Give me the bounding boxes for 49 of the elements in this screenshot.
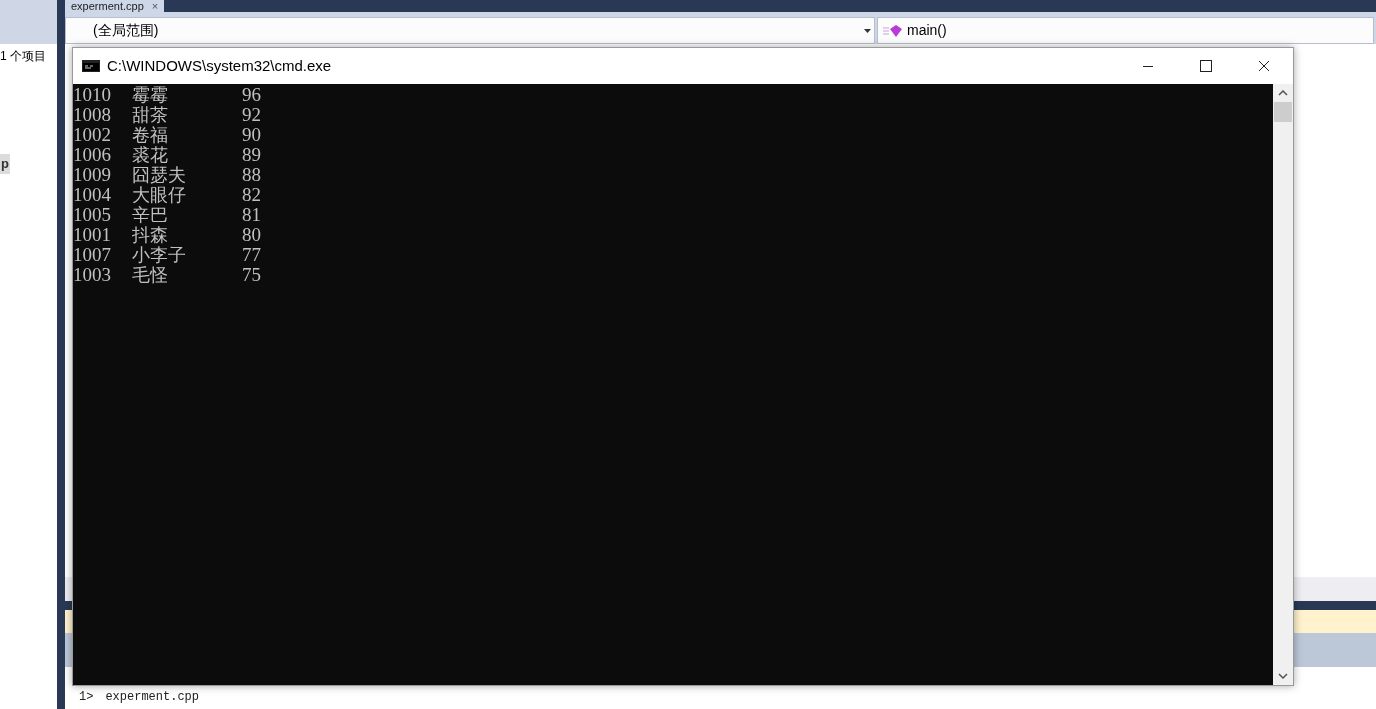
output-line-prefix: 1> (79, 689, 94, 706)
function-dropdown[interactable]: main() (877, 17, 1374, 44)
student-name: 抖森 (132, 225, 169, 245)
student-id: 1006 (73, 145, 112, 165)
close-icon (1258, 60, 1270, 72)
student-score: 77 (242, 245, 261, 265)
student-id: 1001 (73, 225, 112, 245)
student-id: 1003 (73, 265, 112, 285)
student-id: 1008 (73, 105, 112, 125)
scroll-up-icon[interactable] (1278, 90, 1288, 96)
student-id: 1005 (73, 205, 112, 225)
student-score: 81 (242, 205, 261, 225)
student-name: 霉霉 (132, 85, 169, 105)
student-id: 1002 (73, 125, 112, 145)
student-name: 毛怪 (132, 265, 169, 285)
student-name: 囧瑟夫 (132, 165, 187, 185)
student-score: 89 (242, 145, 261, 165)
dropdown-caret-icon (864, 28, 871, 33)
panel-splitter[interactable] (57, 0, 65, 709)
student-score: 96 (242, 85, 261, 105)
console-app-icon (82, 60, 100, 72)
student-name: 裘花 (132, 145, 169, 165)
panel-header (0, 0, 57, 44)
function-icon (882, 23, 904, 38)
student-name: 卷福 (132, 125, 169, 145)
student-name: 大眼仔 (132, 185, 187, 205)
student-score: 75 (242, 265, 261, 285)
scope-dropdown[interactable]: (全局范围) (65, 17, 875, 44)
editor-tab[interactable]: experment.cpp × (65, 0, 165, 12)
student-score: 80 (242, 225, 261, 245)
window-title: C:\WINDOWS\system32\cmd.exe (107, 55, 332, 76)
project-count: 1 个项目 (0, 48, 47, 65)
scrollbar[interactable] (1273, 84, 1293, 685)
student-id: 1004 (73, 185, 112, 205)
student-id: 1007 (73, 245, 112, 265)
student-score: 82 (242, 185, 261, 205)
maximize-icon (1200, 60, 1212, 72)
student-name: 辛巴 (132, 205, 169, 225)
student-score: 92 (242, 105, 261, 125)
student-name: 甜茶 (132, 105, 169, 125)
student-id: 1010 (73, 85, 112, 105)
scroll-thumb[interactable] (1274, 102, 1292, 122)
student-score: 90 (242, 125, 261, 145)
scroll-down-icon[interactable] (1278, 673, 1288, 679)
output-line: experment.cpp (105, 689, 200, 706)
student-id: 1009 (73, 165, 112, 185)
student-score: 88 (242, 165, 261, 185)
tree-item[interactable]: p (0, 154, 10, 174)
student-name: 小李子 (132, 245, 187, 265)
